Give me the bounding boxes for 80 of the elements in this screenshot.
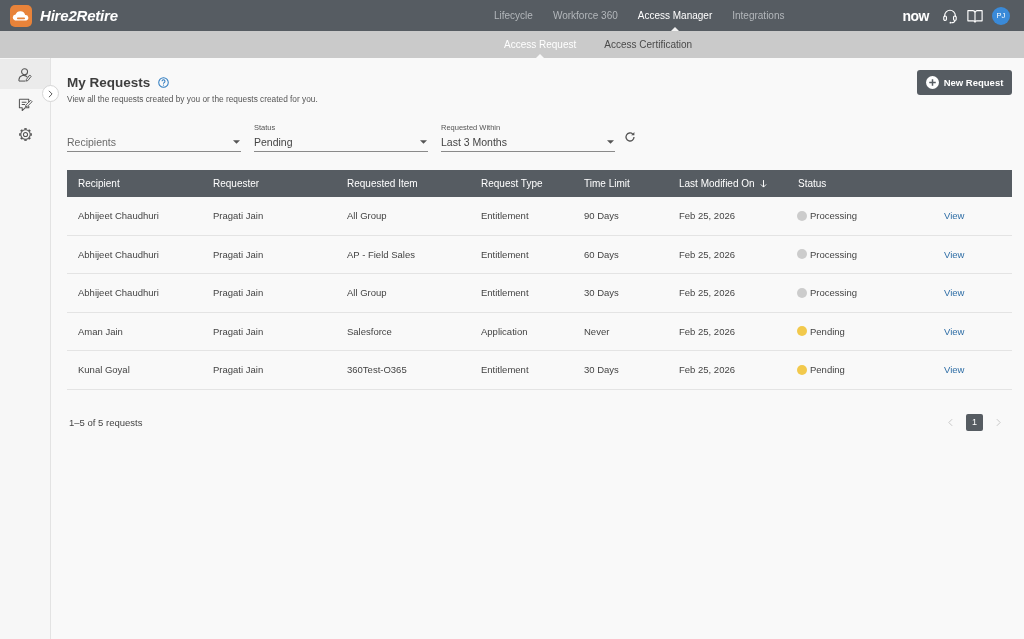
column-header[interactable]: Requester <box>213 178 260 189</box>
cloud-logo-icon <box>10 4 32 27</box>
table-cell: Abhijeet Chaudhuri <box>78 210 159 222</box>
caret-icon <box>233 139 240 144</box>
table-cell: 360Test-O365 <box>347 364 407 376</box>
sidebar-toggle[interactable] <box>42 85 59 102</box>
settings-icon <box>17 126 33 142</box>
table-cell: All Group <box>347 287 387 299</box>
table-cell: Abhijeet Chaudhuri <box>78 248 159 260</box>
chevron-right-icon <box>996 417 1001 427</box>
table-cell: Pragati Jain <box>213 325 264 337</box>
nav-tab[interactable]: Workforce 360 <box>552 0 618 31</box>
caret-icon <box>420 139 427 144</box>
column-header[interactable]: Status <box>798 178 827 189</box>
column-header[interactable]: Recipient <box>78 178 120 189</box>
page-title: My Requests <box>67 74 151 91</box>
table-cell: Pragati Jain <box>213 364 264 376</box>
now-logo: now <box>902 7 929 24</box>
status-text: Pending <box>810 325 845 337</box>
view-link[interactable]: View <box>944 248 965 260</box>
status-text: Pending <box>810 364 845 376</box>
table-cell: Application <box>481 325 528 337</box>
refresh-icon[interactable] <box>624 131 636 143</box>
chevron-left-icon <box>948 417 953 427</box>
table-cell: Entitlement <box>481 210 529 222</box>
table-cell: Aman Jain <box>78 325 123 337</box>
table-cell: Salesforce <box>347 325 392 337</box>
column-header[interactable]: Time Limit <box>584 178 630 189</box>
dropdown-field[interactable]: Recipients <box>67 132 241 152</box>
table-cell: 90 Days <box>584 210 619 222</box>
nav-tab[interactable]: Access Manager <box>637 0 713 31</box>
status-text: Processing <box>810 210 857 222</box>
table-cell: 60 Days <box>584 248 619 260</box>
table-cell: 30 Days <box>584 287 619 299</box>
book-icon[interactable] <box>967 7 983 24</box>
sidebar-item[interactable] <box>0 59 50 89</box>
dropdown-field[interactable]: Pending <box>254 132 428 152</box>
plus-circle-icon <box>925 76 939 89</box>
nav-tab[interactable]: Lifecycle <box>494 0 533 31</box>
view-link[interactable]: View <box>944 287 965 299</box>
dropdown-field[interactable]: Last 3 Months <box>441 132 615 152</box>
document-pen-icon <box>17 96 33 112</box>
table-cell: Never <box>584 325 610 337</box>
table-cell: Abhijeet Chaudhuri <box>78 287 159 299</box>
view-link[interactable]: View <box>944 210 965 222</box>
table-cell: Pragati Jain <box>213 248 264 260</box>
page-subtitle: View all the requests created by you or the requests created for you. <box>67 94 318 104</box>
table-cell: Pragati Jain <box>213 210 264 222</box>
person-pen-icon <box>17 66 33 82</box>
status-text: Processing <box>810 287 857 299</box>
column-header[interactable]: Last Modified On <box>679 178 767 189</box>
table-cell: 30 Days <box>584 364 619 376</box>
table-cell: Entitlement <box>481 364 529 376</box>
headset-icon[interactable] <box>942 7 958 24</box>
chevron-icon <box>48 89 53 98</box>
sub-tab[interactable]: Access Certification <box>604 31 693 58</box>
column-header[interactable]: Requested Item <box>347 178 418 189</box>
table-cell: Feb 25, 2026 <box>679 210 735 222</box>
caret-icon <box>607 139 614 144</box>
page-button[interactable]: 1 <box>966 413 983 431</box>
sort-down-icon <box>759 179 767 188</box>
table-cell: Feb 25, 2026 <box>679 364 735 376</box>
table-cell: Kunal Goyal <box>78 364 130 376</box>
status-text: Processing <box>810 248 857 260</box>
new-request-button[interactable]: New Request <box>917 70 1012 95</box>
table-cell: Pragati Jain <box>213 287 264 299</box>
table-cell: Feb 25, 2026 <box>679 248 735 260</box>
help-icon[interactable] <box>158 77 170 88</box>
table-cell: Entitlement <box>481 287 529 299</box>
table-cell: Entitlement <box>481 248 529 260</box>
table-cell: Feb 25, 2026 <box>679 287 735 299</box>
view-link[interactable]: View <box>944 325 965 337</box>
column-header[interactable]: Request Type <box>481 178 543 189</box>
table-cell: AP - Field Sales <box>347 248 415 260</box>
app-name: Hire2Retire <box>40 7 118 24</box>
table-cell: All Group <box>347 210 387 222</box>
nav-tab[interactable]: Integrations <box>732 0 785 31</box>
result-count: 1–5 of 5 requests <box>69 416 143 428</box>
table-cell: Feb 25, 2026 <box>679 325 735 337</box>
view-link[interactable]: View <box>944 364 965 376</box>
